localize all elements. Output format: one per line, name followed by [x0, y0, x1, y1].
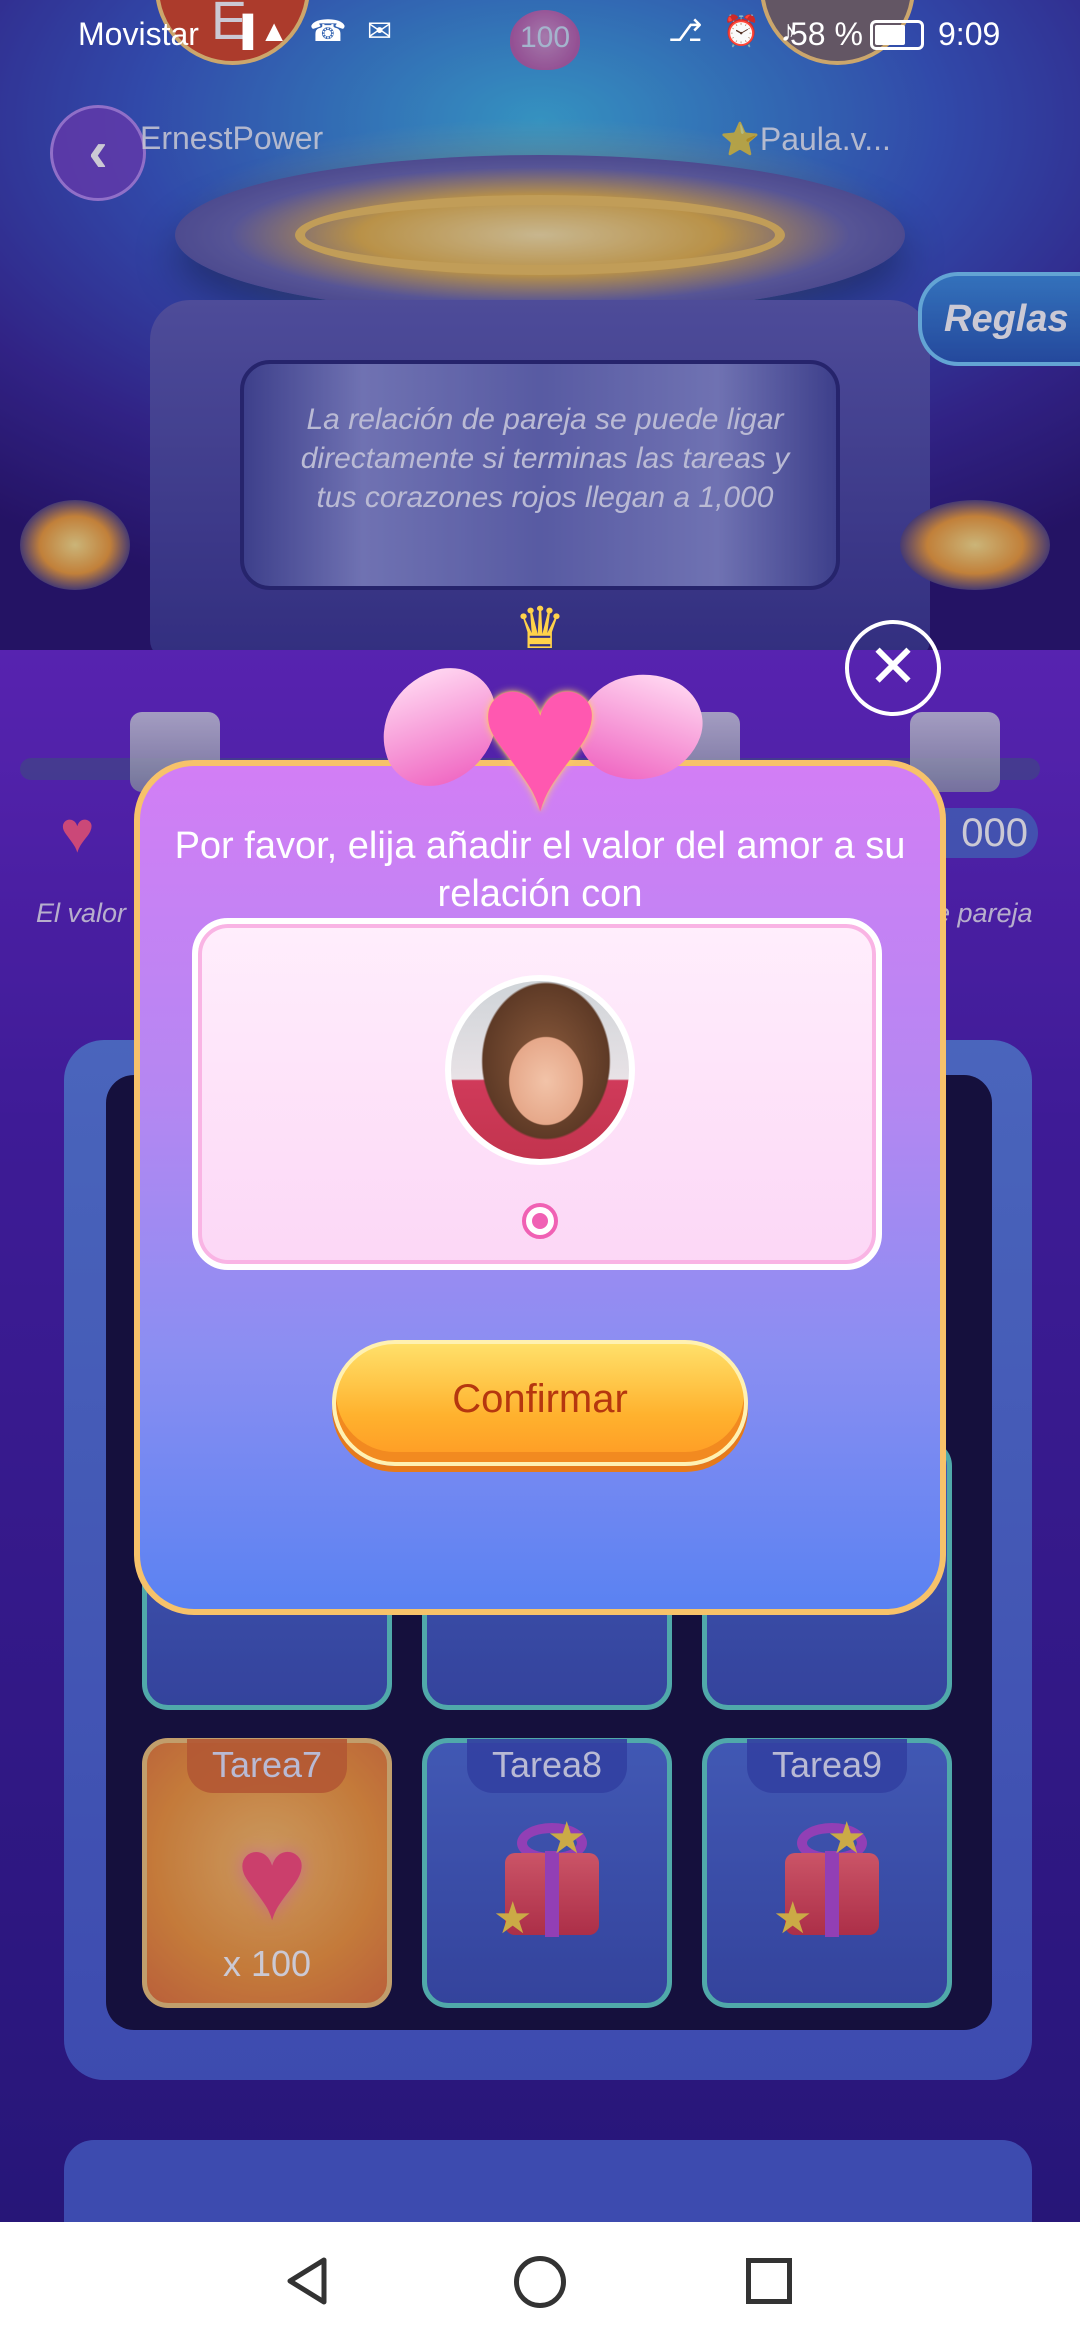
- crown-icon: ♛: [514, 596, 566, 661]
- battery-icon: [870, 20, 924, 50]
- close-icon: ✕: [867, 633, 919, 700]
- candidate-radio[interactable]: [522, 1203, 558, 1239]
- status-icons: ⎇ ⏰ ♪: [668, 15, 802, 48]
- nav-home-icon[interactable]: [514, 2256, 566, 2308]
- nav-back-icon[interactable]: [284, 2256, 334, 2306]
- winged-heart-icon: ♥ ♛: [364, 600, 716, 842]
- candidate-avatar[interactable]: [445, 975, 635, 1165]
- clock: 9:09: [938, 16, 1001, 52]
- signal-wifi-icons: ▐▲ ☎ ✉: [232, 15, 399, 48]
- carrier-name: Movistar: [78, 16, 199, 52]
- status-bar: Movistar ▐▲ ☎ ✉ ⎇ ⏰ ♪ 58 % 9:09: [0, 0, 1080, 72]
- battery-percent: 58 %: [790, 16, 863, 52]
- nav-recents-icon[interactable]: [746, 2258, 792, 2304]
- close-button[interactable]: ✕: [845, 620, 941, 716]
- confirm-button[interactable]: Confirmar: [332, 1340, 748, 1466]
- system-nav-bar: [0, 2222, 1080, 2340]
- dialog-title: Por favor, elija añadir el valor del amo…: [174, 825, 906, 915]
